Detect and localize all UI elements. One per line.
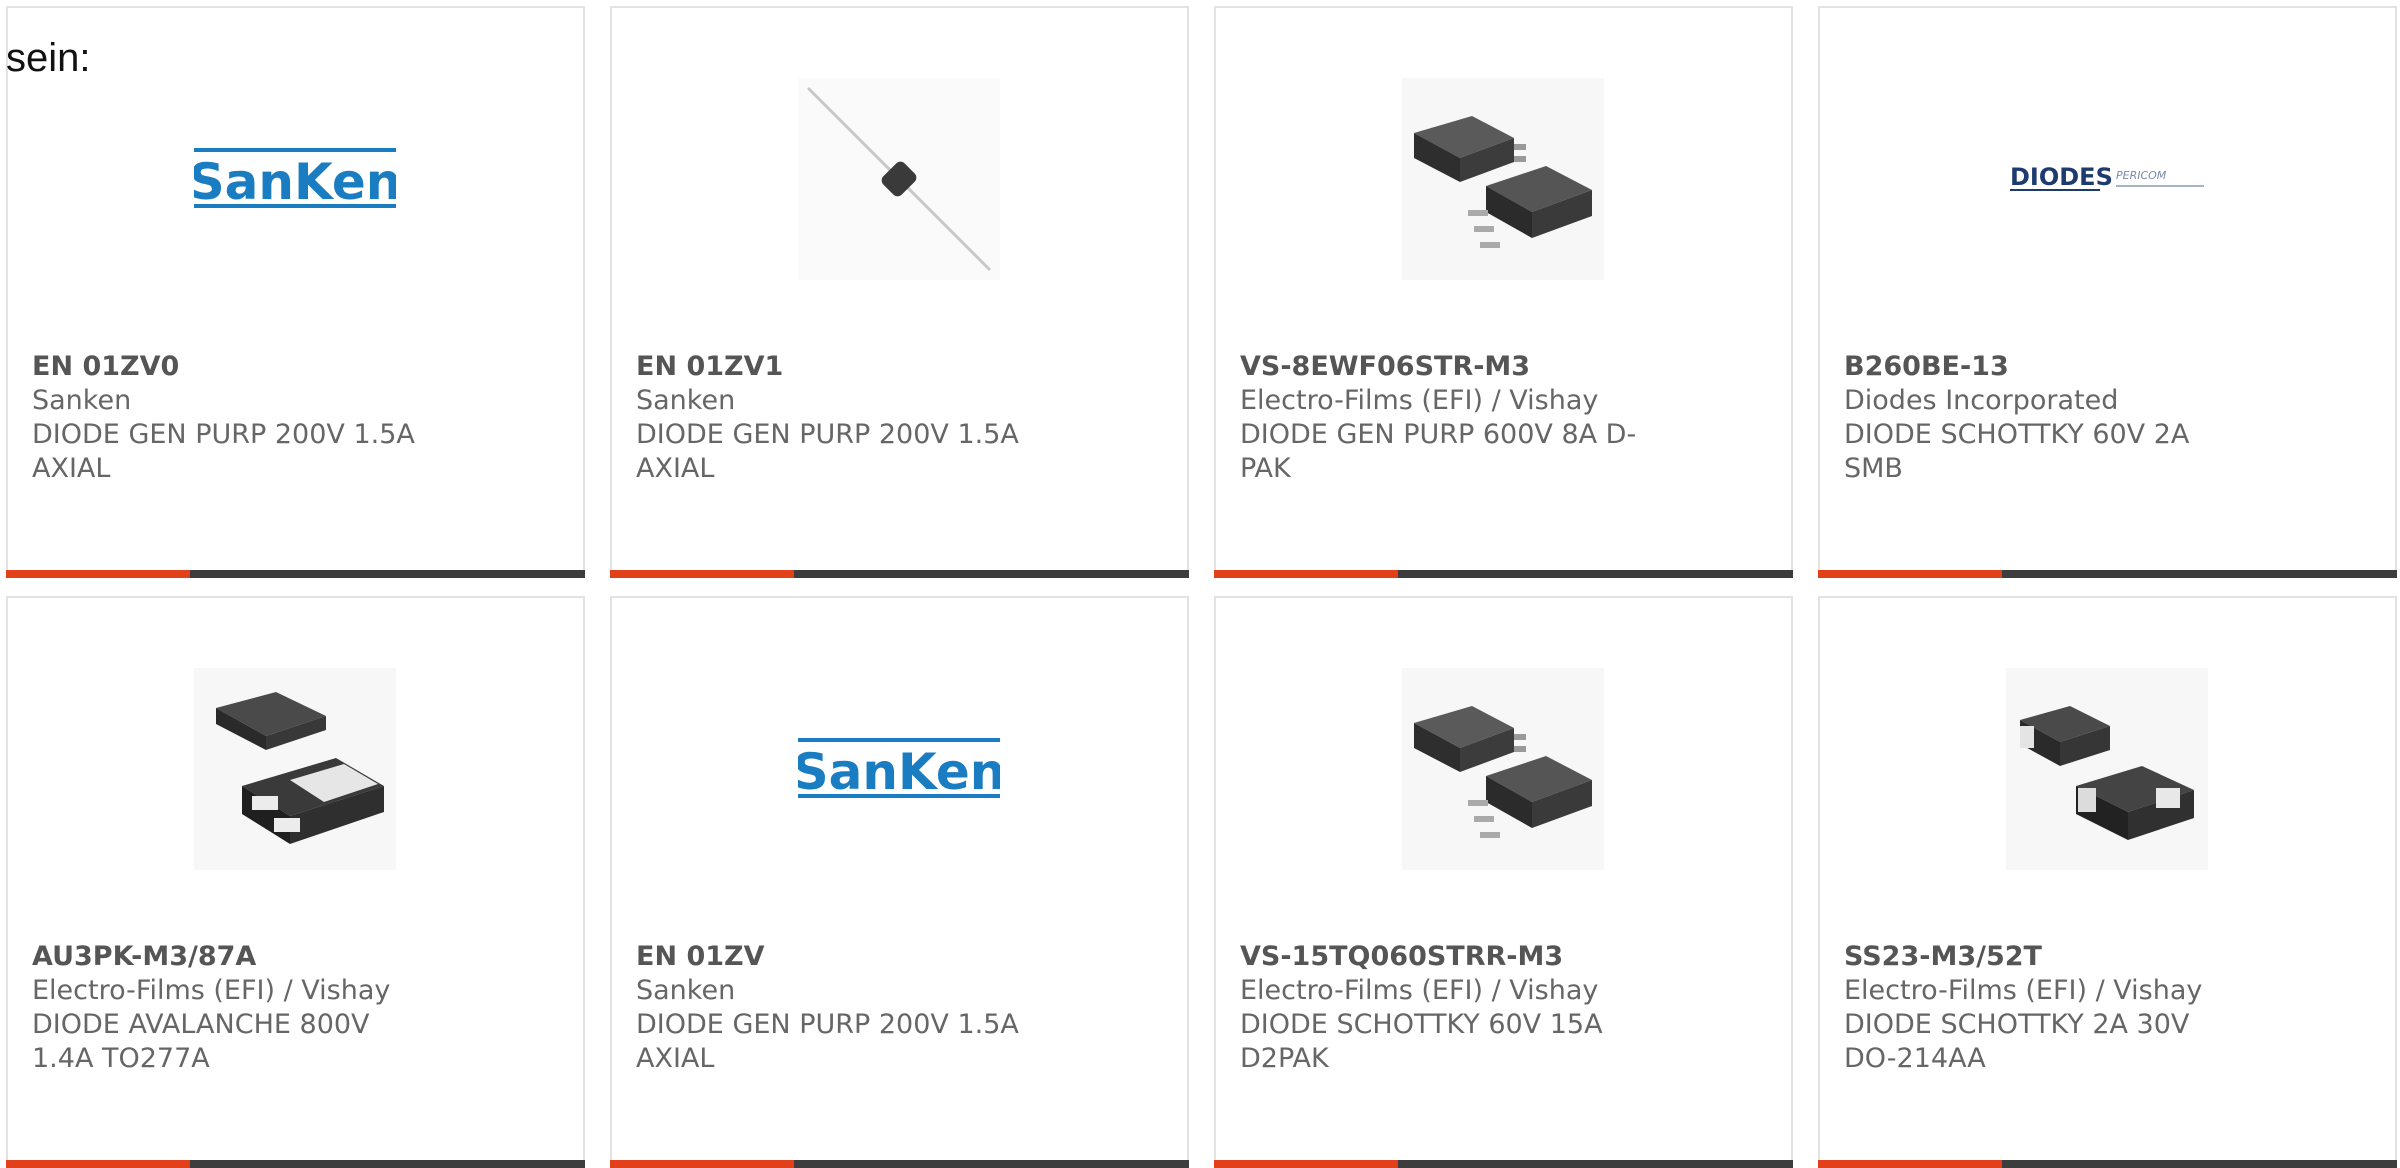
sanken-logo-image: SanKen	[194, 78, 396, 280]
sanken-logo-text: SanKen	[194, 153, 396, 211]
part-number[interactable]: AU3PK-M3/87A	[32, 940, 559, 974]
pericom-logo-text: PERICOM	[2116, 169, 2167, 182]
card-bar	[1214, 1160, 1793, 1168]
card-bar	[1818, 1160, 2397, 1168]
part-number[interactable]: B260BE-13	[1844, 350, 2371, 384]
part-number[interactable]: EN 01ZV	[636, 940, 1163, 974]
card-bar-accent	[1818, 1160, 2002, 1168]
d2pak-package-image	[1402, 668, 1604, 870]
product-card[interactable]: VS-15TQ060STRR-M3 Electro-Films (EFI) / …	[1214, 596, 1793, 1168]
diodes-pericom-logo-image: DIODES PERICOM	[2006, 78, 2208, 280]
card-bar-accent	[610, 570, 794, 578]
dpak-package-image	[1402, 78, 1604, 280]
product-card[interactable]: SanKen EN 01ZV Sanken DIODE GEN PURP 200…	[610, 596, 1189, 1168]
sanken-logo-text: SanKen	[798, 743, 1000, 801]
card-bar-accent	[6, 570, 190, 578]
manufacturer: Electro-Films (EFI) / Vishay	[1240, 975, 1599, 1006]
card-bar-accent	[1214, 1160, 1398, 1168]
description: DIODE GEN PURP 200V 1.5A AXIAL	[636, 1009, 1019, 1074]
sanken-logo-image: SanKen	[798, 668, 1000, 870]
manufacturer: Electro-Films (EFI) / Vishay	[1844, 975, 2203, 1006]
description: DIODE SCHOTTKY 60V 2A SMB	[1844, 419, 2190, 484]
card-bar	[1214, 570, 1793, 578]
card-bar	[610, 1160, 1189, 1168]
manufacturer: Sanken	[636, 975, 736, 1006]
product-card[interactable]: EN 01ZV1 Sanken DIODE GEN PURP 200V 1.5A…	[610, 6, 1189, 578]
product-card[interactable]: AU3PK-M3/87A Electro-Films (EFI) / Visha…	[6, 596, 585, 1168]
product-card[interactable]: SanKen EN 01ZV0 Sanken DIODE GEN PURP 20…	[6, 6, 585, 578]
manufacturer: Diodes Incorporated	[1844, 385, 2119, 416]
card-bar	[6, 570, 585, 578]
product-grid: SanKen EN 01ZV0 Sanken DIODE GEN PURP 20…	[6, 6, 2397, 1168]
description: DIODE AVALANCHE 800V 1.4A TO277A	[32, 1009, 370, 1074]
card-bar	[610, 570, 1189, 578]
part-number[interactable]: VS-15TQ060STRR-M3	[1240, 940, 1767, 974]
smb-package-image	[2006, 668, 2208, 870]
part-number[interactable]: SS23-M3/52T	[1844, 940, 2371, 974]
axial-diode-image	[798, 78, 1000, 280]
diodes-logo-text: DIODES	[2010, 163, 2113, 191]
description: DIODE SCHOTTKY 60V 15A D2PAK	[1240, 1009, 1603, 1074]
card-bar-accent	[1214, 570, 1398, 578]
description: DIODE SCHOTTKY 2A 30V DO-214AA	[1844, 1009, 2190, 1074]
card-bar-accent	[6, 1160, 190, 1168]
part-number[interactable]: EN 01ZV1	[636, 350, 1163, 384]
part-number[interactable]: VS-8EWF06STR-M3	[1240, 350, 1767, 384]
product-card[interactable]: VS-8EWF06STR-M3 Electro-Films (EFI) / Vi…	[1214, 6, 1793, 578]
description: DIODE GEN PURP 200V 1.5A AXIAL	[636, 419, 1019, 484]
product-card[interactable]: DIODES PERICOM B260BE-13 Diodes Incorpor…	[1818, 6, 2397, 578]
manufacturer: Electro-Films (EFI) / Vishay	[32, 975, 391, 1006]
card-bar	[1818, 570, 2397, 578]
card-bar-accent	[1818, 570, 2002, 578]
card-bar-accent	[610, 1160, 794, 1168]
manufacturer: Electro-Films (EFI) / Vishay	[1240, 385, 1599, 416]
card-bar	[6, 1160, 585, 1168]
description: DIODE GEN PURP 200V 1.5A AXIAL	[32, 419, 415, 484]
description: DIODE GEN PURP 600V 8A D-PAK	[1240, 419, 1637, 484]
manufacturer: Sanken	[32, 385, 132, 416]
intro-text: sein:	[6, 36, 91, 80]
to277a-package-image	[194, 668, 396, 870]
manufacturer: Sanken	[636, 385, 736, 416]
product-card[interactable]: SS23-M3/52T Electro-Films (EFI) / Vishay…	[1818, 596, 2397, 1168]
part-number[interactable]: EN 01ZV0	[32, 350, 559, 384]
